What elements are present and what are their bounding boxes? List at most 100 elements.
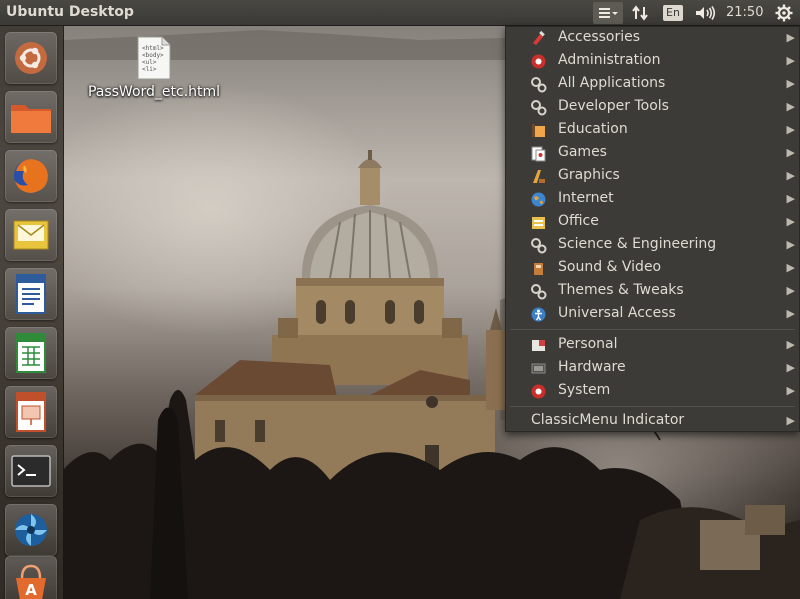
menu-item-system[interactable]: System ▶ <box>506 380 799 403</box>
submenu-arrow-icon: ▶ <box>786 414 795 427</box>
menu-label: Office <box>558 213 599 229</box>
desktop-screen: <html> <body> <ul> <li> PassWord_etc.htm… <box>0 0 800 599</box>
accessories-icon <box>533 30 545 45</box>
hardware-icon <box>531 363 546 374</box>
science-icon <box>531 238 547 254</box>
developer-tools-icon <box>531 100 547 116</box>
launcher-calc[interactable] <box>5 327 57 379</box>
firefox-icon <box>14 159 48 193</box>
menu-item-classicmenu-indicator[interactable]: ClassicMenu Indicator ▶ <box>506 410 799 433</box>
menu-item-graphics[interactable]: Graphics ▶ <box>506 165 799 188</box>
terminal-icon <box>11 455 51 487</box>
menu-label: System <box>558 382 611 398</box>
file-preview-line-1: <html> <box>142 45 164 52</box>
menu-item-office[interactable]: Office ▶ <box>506 211 799 234</box>
themes-icon <box>531 284 547 300</box>
launcher-email[interactable] <box>5 209 57 261</box>
submenu-arrow-icon: ▶ <box>786 284 795 297</box>
menu-label: Graphics <box>558 167 620 183</box>
launcher-files[interactable] <box>5 91 57 143</box>
submenu-arrow-icon: ▶ <box>786 77 795 90</box>
office-icon <box>532 217 545 229</box>
menu-item-education[interactable]: Education ▶ <box>506 119 799 142</box>
submenu-arrow-icon: ▶ <box>786 31 795 44</box>
menu-item-sound-video[interactable]: Sound & Video ▶ <box>506 257 799 280</box>
submenu-arrow-icon: ▶ <box>786 100 795 113</box>
network-icon <box>632 5 648 21</box>
launcher-writer[interactable] <box>5 268 57 320</box>
keyboard-layout-icon: En <box>663 5 683 21</box>
submenu-arrow-icon: ▶ <box>786 238 795 251</box>
menu-label: All Applications <box>558 75 666 91</box>
system-icon <box>531 384 546 399</box>
menu-label: Internet <box>558 190 614 206</box>
menu-label: ClassicMenu Indicator <box>531 412 685 428</box>
network-indicator-button[interactable] <box>628 2 652 24</box>
submenu-arrow-icon: ▶ <box>786 192 795 205</box>
menu-item-hardware[interactable]: Hardware ▶ <box>506 357 799 380</box>
education-icon <box>532 124 545 137</box>
menu-item-universal-access[interactable]: Universal Access ▶ <box>506 303 799 326</box>
top-panel: Ubuntu Desktop En 21:50 <box>0 0 800 26</box>
menu-item-themes-tweaks[interactable]: Themes & Tweaks ▶ <box>506 280 799 303</box>
menu-label: Themes & Tweaks <box>558 282 684 298</box>
submenu-arrow-icon: ▶ <box>786 54 795 67</box>
launcher: A <box>0 26 64 599</box>
graphics-icon <box>533 170 545 183</box>
menu-separator <box>510 406 795 407</box>
submenu-arrow-icon: ▶ <box>786 361 795 374</box>
menu-item-all-applications[interactable]: All Applications ▶ <box>506 73 799 96</box>
file-preview-line-2: <body> <box>142 52 164 59</box>
menu-item-administration[interactable]: Administration ▶ <box>506 50 799 73</box>
launcher-software-center[interactable]: A <box>5 556 57 599</box>
menu-item-games[interactable]: Games ▶ <box>506 142 799 165</box>
svg-text:A: A <box>25 581 37 599</box>
software-center-icon: A <box>16 564 46 599</box>
menu-label: Sound & Video <box>558 259 662 275</box>
launcher-dash-home[interactable] <box>5 32 57 84</box>
submenu-arrow-icon: ▶ <box>786 338 795 351</box>
submenu-arrow-icon: ▶ <box>786 123 795 136</box>
menu-label: Science & Engineering <box>558 236 717 252</box>
keyboard-layout-button[interactable]: En <box>660 2 686 24</box>
menu-item-accessories[interactable]: Accessories ▶ <box>506 27 799 50</box>
classicmenu-indicator-button[interactable] <box>593 2 623 24</box>
menu-label: Games <box>558 144 607 160</box>
session-gear-icon <box>775 4 793 22</box>
menu-label: Personal <box>558 336 618 352</box>
launcher-terminal[interactable] <box>5 445 57 497</box>
desktop-file-icon[interactable]: <html> <body> <ul> <li> PassWord_etc.htm… <box>84 36 224 100</box>
html-file-icon: <html> <body> <ul> <li> <box>137 36 171 80</box>
menu-item-personal[interactable]: Personal ▶ <box>506 334 799 357</box>
classicmenu-icon <box>599 8 618 18</box>
menu-item-internet[interactable]: Internet ▶ <box>506 188 799 211</box>
launcher-shutter[interactable] <box>5 504 57 556</box>
menu-label: Administration <box>558 52 661 68</box>
email-icon <box>13 220 49 250</box>
impress-presentation-icon <box>16 392 46 432</box>
menu-separator <box>510 329 795 330</box>
submenu-arrow-icon: ▶ <box>786 146 795 159</box>
sound-indicator-button[interactable] <box>692 2 718 24</box>
menu-label: Accessories <box>558 29 641 45</box>
administration-icon <box>531 54 546 69</box>
shutter-icon <box>15 514 47 546</box>
ubuntu-logo-icon <box>15 42 47 74</box>
universal-access-icon <box>531 307 546 322</box>
desktop-file-label: PassWord_etc.html <box>87 84 221 100</box>
menu-item-science-engineering[interactable]: Science & Engineering ▶ <box>506 234 799 257</box>
menu-label: Universal Access <box>558 305 676 321</box>
sound-video-icon <box>534 263 543 275</box>
personal-icon <box>532 340 545 351</box>
session-menu-button[interactable] <box>772 2 796 24</box>
file-preview-line-3: <ul> <box>142 59 157 66</box>
menu-item-developer-tools[interactable]: Developer Tools ▶ <box>506 96 799 119</box>
clock[interactable]: 21:50 <box>726 5 763 20</box>
games-icon <box>531 146 546 162</box>
launcher-firefox[interactable] <box>5 150 57 202</box>
all-applications-icon <box>531 77 547 93</box>
menu-label: Hardware <box>558 359 626 375</box>
calc-spreadsheet-icon <box>16 333 46 373</box>
file-preview-line-4: <li> <box>142 66 157 73</box>
launcher-impress[interactable] <box>5 386 57 438</box>
